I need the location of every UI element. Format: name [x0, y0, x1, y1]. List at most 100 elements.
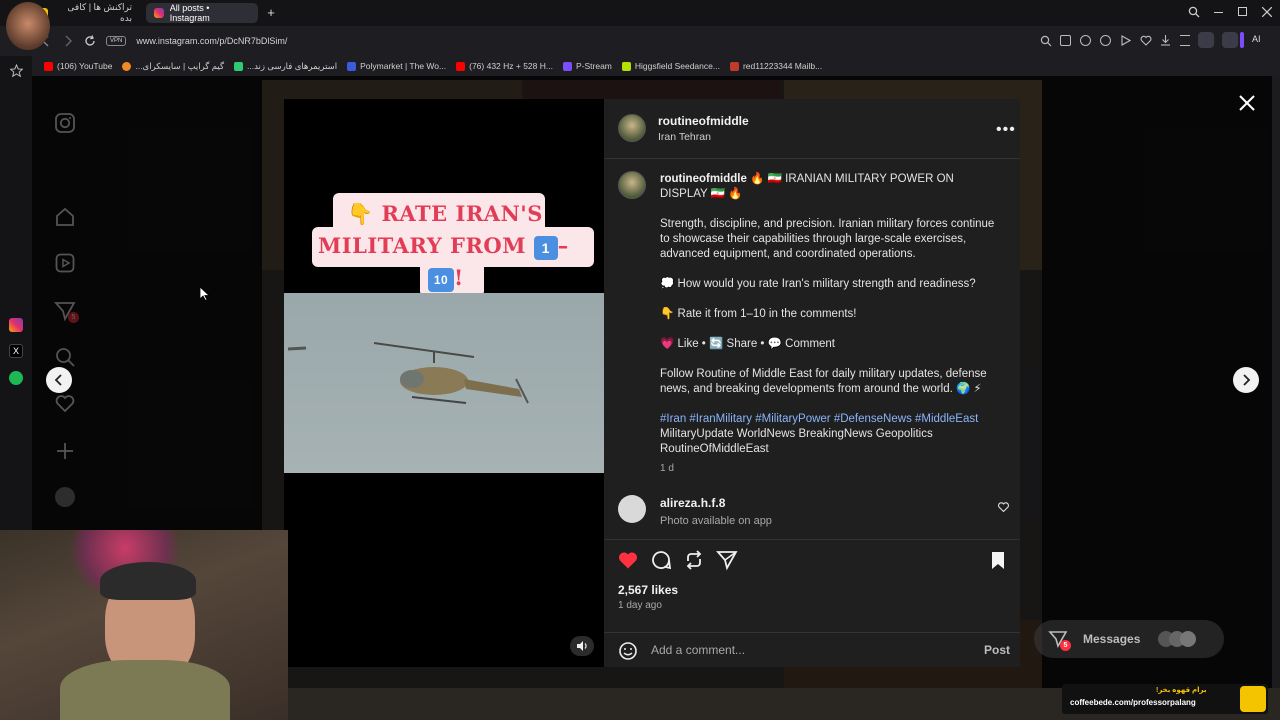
post-location[interactable]: Iran Tehran — [658, 131, 711, 143]
emoji-icon[interactable] — [618, 641, 638, 661]
coffee-line-2: coffeebede.com/professorpalang — [1070, 698, 1196, 707]
caption-avatar[interactable] — [618, 171, 646, 199]
chevron-left-icon — [54, 374, 62, 386]
actions-divider — [604, 539, 1020, 540]
caption-header: routineofmiddle 🔥 🇮🇷 IRANIAN MILITARY PO… — [660, 172, 1000, 202]
next-post-button[interactable] — [1233, 367, 1259, 393]
caption-username[interactable]: routineofmiddle — [660, 173, 747, 185]
instagram-icon[interactable] — [9, 318, 23, 332]
bookmark-gamegrape[interactable]: گیم گرایپ | سایسکرای... — [122, 61, 224, 72]
extensions-icon[interactable] — [1198, 32, 1214, 48]
volume-button[interactable] — [570, 636, 594, 656]
messages-badge: 5 — [1060, 639, 1071, 651]
helicopter-video-frame — [284, 293, 604, 473]
tab-instagram[interactable]: All posts • Instagram — [146, 3, 258, 23]
close-modal-icon[interactable] — [1236, 92, 1258, 114]
repost-icon[interactable] — [683, 549, 705, 571]
reload-icon[interactable] — [84, 35, 96, 47]
comment-icon[interactable] — [650, 549, 672, 571]
window-close-icon[interactable] — [1262, 7, 1272, 17]
download-icon[interactable] — [1160, 35, 1171, 46]
like-heart-icon[interactable] — [617, 549, 639, 571]
wallet-icon[interactable] — [1222, 32, 1238, 48]
ai-button[interactable]: AI — [1252, 34, 1261, 44]
bookmark-higgsfield[interactable]: Higgsfield Seedance... — [621, 61, 720, 71]
overlay-line-1: 👇 RATE IRAN'S — [347, 201, 543, 226]
helicopter-image — [287, 342, 529, 404]
streamer-cap — [100, 562, 196, 600]
url-text: www.instagram.com/p/DcNR7bDlSim/ — [136, 36, 288, 46]
bookmark-pstream[interactable]: P-Stream — [562, 61, 612, 71]
messages-pill[interactable]: 5 Messages — [1034, 620, 1224, 658]
speaker-icon — [577, 641, 587, 651]
chevron-right-icon — [1243, 374, 1251, 386]
polymarket-icon — [347, 61, 357, 71]
comment-like-icon[interactable] — [998, 502, 1009, 512]
overlay-line-2: MILITARY FROM — [318, 233, 526, 258]
keycap-one-emoji: 1 — [533, 235, 558, 260]
minimize-icon[interactable] — [1214, 12, 1223, 13]
caption-paragraph-3: 👇 Rate it from 1–10 in the comments! — [660, 308, 857, 320]
vpn-badge[interactable]: VPN — [106, 36, 127, 46]
gamegrape-icon — [122, 61, 132, 71]
address-bar-row: VPN www.instagram.com/p/DcNR7bDlSim/ AI — [0, 26, 1280, 56]
coffee-donation-banner[interactable]: برام قهوه بخر! coffeebede.com/professorp… — [1062, 684, 1268, 714]
player-icon[interactable] — [1120, 35, 1131, 46]
higgsfield-icon — [621, 61, 631, 71]
x-twitter-icon[interactable]: X — [9, 344, 23, 358]
messages-label: Messages — [1083, 632, 1141, 646]
restore-icon[interactable] — [1238, 7, 1247, 16]
bookmark-432hz[interactable]: (76) 432 Hz + 528 H... — [456, 61, 553, 71]
caption-hashtags[interactable]: #Iran #IranMilitary #MilitaryPower #Defe… — [660, 412, 1000, 427]
search-icon[interactable] — [1188, 6, 1200, 18]
post-side-panel: routineofmiddle Iran Tehran ••• routineo… — [604, 99, 1020, 667]
posted-time: 1 day ago — [618, 600, 662, 611]
caption-paragraph-2: 💭 How would you rate Iran's military str… — [660, 278, 976, 290]
overlay-exclaim: ! — [454, 265, 464, 290]
pstream-icon — [562, 61, 572, 71]
post-comment-button[interactable]: Post — [984, 643, 1010, 657]
comment-text: Photo available on app — [660, 515, 772, 527]
caption-plain-tags: MilitaryUpdate WorldNews BreakingNews Ge… — [660, 428, 933, 455]
bookmark-streamers[interactable]: استریمرهای فارسی زند... — [233, 61, 337, 72]
snapshot-icon[interactable] — [1060, 35, 1071, 46]
keycap-ten-emoji: 10 — [428, 267, 454, 292]
menu-icon[interactable] — [1180, 35, 1190, 46]
commenter-avatar[interactable] — [618, 495, 646, 523]
bookmarks-bar: (106) YouTube گیم گرایپ | سایسکرای... اس… — [32, 56, 1280, 76]
bookmark-polymarket[interactable]: Polymarket | The Wo... — [347, 61, 446, 71]
mouse-cursor-icon — [200, 287, 210, 301]
coffee-line-1: برام قهوه بخر! — [1156, 687, 1207, 694]
author-avatar[interactable] — [618, 114, 646, 142]
post-media[interactable]: 👇 RATE IRAN'S MILITARY FROM 1– 10! — [284, 99, 604, 667]
youtube-icon — [456, 61, 466, 71]
search-page-icon[interactable] — [1040, 35, 1052, 47]
likes-count[interactable]: 2,567 likes — [618, 583, 678, 597]
author-username[interactable]: routineofmiddle — [658, 114, 749, 128]
bookmark-youtube[interactable]: (106) YouTube — [44, 61, 112, 71]
forward-icon[interactable] — [62, 35, 74, 47]
adblock-icon[interactable] — [1100, 35, 1111, 46]
messages-avatars — [1158, 631, 1197, 647]
overlay-dash: – — [557, 233, 569, 258]
vpn-status-icon[interactable] — [1080, 35, 1091, 46]
streamer-shirt — [60, 660, 230, 720]
commenter-username[interactable]: alireza.h.f.8 — [660, 496, 725, 510]
youtube-icon — [44, 61, 53, 71]
url-field[interactable]: VPN www.instagram.com/p/DcNR7bDlSim/ — [104, 31, 1024, 51]
header-divider — [604, 158, 1020, 159]
bookmark-saved-icon[interactable] — [987, 549, 1009, 571]
instagram-favicon-icon — [154, 8, 164, 18]
rate-overlay-caption: 👇 RATE IRAN'S MILITARY FROM 1– 10! — [304, 193, 594, 297]
share-icon[interactable] — [716, 549, 738, 571]
mail-icon — [729, 61, 739, 71]
heart-outline-icon[interactable] — [1140, 35, 1152, 46]
star-icon[interactable] — [10, 64, 23, 77]
more-options-icon[interactable]: ••• — [996, 121, 1016, 139]
add-comment-input[interactable]: Add a comment... — [651, 643, 745, 657]
bookmark-mailbox[interactable]: red11223344 Mailb... — [729, 61, 822, 71]
previous-post-button[interactable] — [46, 367, 72, 393]
profile-accent — [1240, 32, 1244, 48]
new-tab-button[interactable]: + — [264, 6, 278, 20]
spotify-icon[interactable] — [9, 371, 23, 385]
